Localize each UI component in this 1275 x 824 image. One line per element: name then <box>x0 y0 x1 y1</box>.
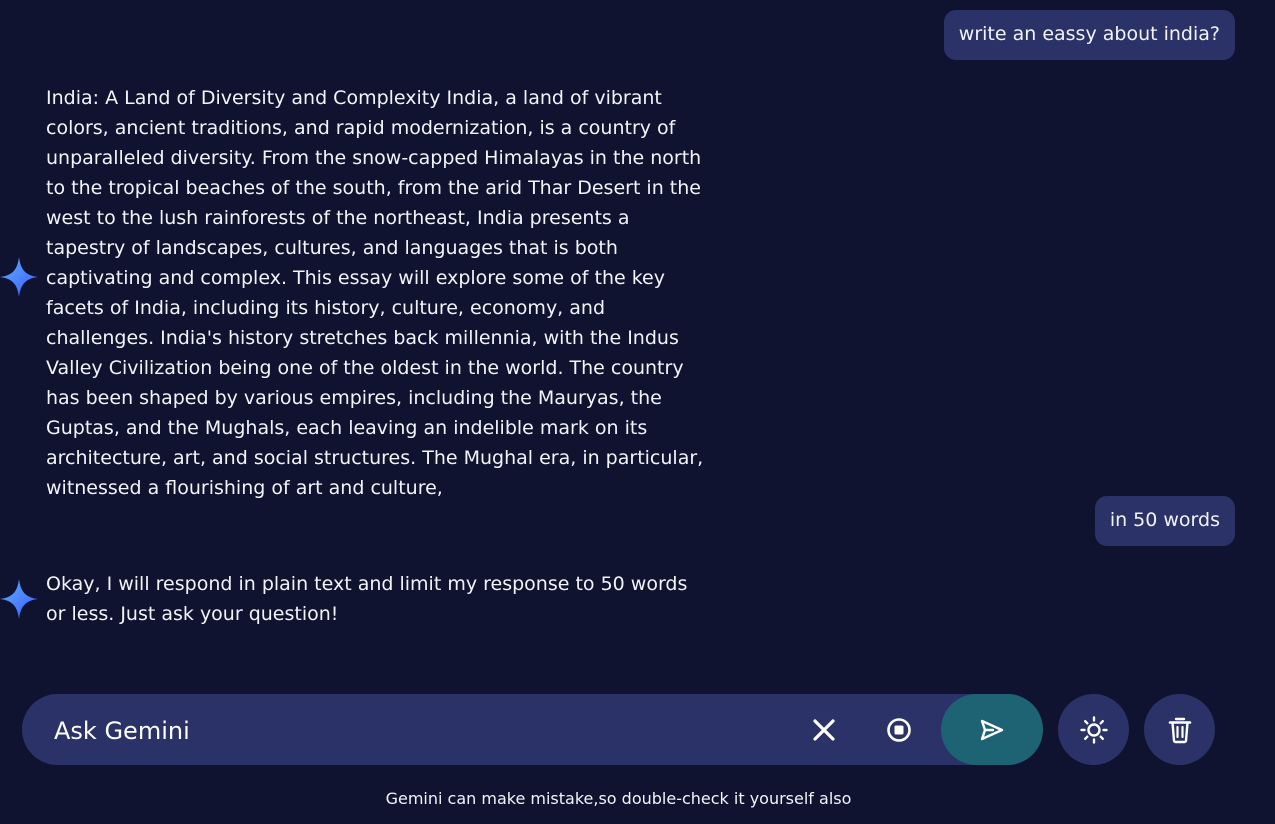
model-message: India: A Land of Diversity and Complexit… <box>46 83 708 503</box>
user-message: in 50 words <box>1094 496 1235 546</box>
stop-button[interactable] <box>877 708 921 752</box>
model-message-text: India: A Land of Diversity and Complexit… <box>46 87 704 499</box>
gemini-spark-icon <box>0 257 38 297</box>
user-message-text: write an eassy about india? <box>958 23 1220 45</box>
sun-icon <box>1079 715 1108 744</box>
prompt-bar <box>22 694 1043 765</box>
send-button[interactable] <box>941 694 1043 765</box>
user-message-text: in 50 words <box>1109 509 1220 531</box>
user-message: write an eassy about india? <box>943 10 1235 60</box>
prompt-input[interactable] <box>52 708 756 754</box>
stop-icon <box>887 718 911 742</box>
chat-page: write an eassy about india? India: A Lan… <box>0 0 1275 824</box>
delete-chat-button[interactable] <box>1144 694 1215 765</box>
trash-icon <box>1168 717 1191 743</box>
model-message: Okay, I will respond in plain text and l… <box>46 569 708 629</box>
send-icon <box>980 719 1004 740</box>
gemini-spark-icon <box>0 579 38 619</box>
clear-button[interactable] <box>802 708 846 752</box>
close-icon <box>813 719 835 741</box>
disclaimer-text: Gemini can make mistake,so double-check … <box>385 789 852 808</box>
model-message-text: Okay, I will respond in plain text and l… <box>46 573 688 625</box>
theme-toggle-button[interactable] <box>1058 694 1129 765</box>
